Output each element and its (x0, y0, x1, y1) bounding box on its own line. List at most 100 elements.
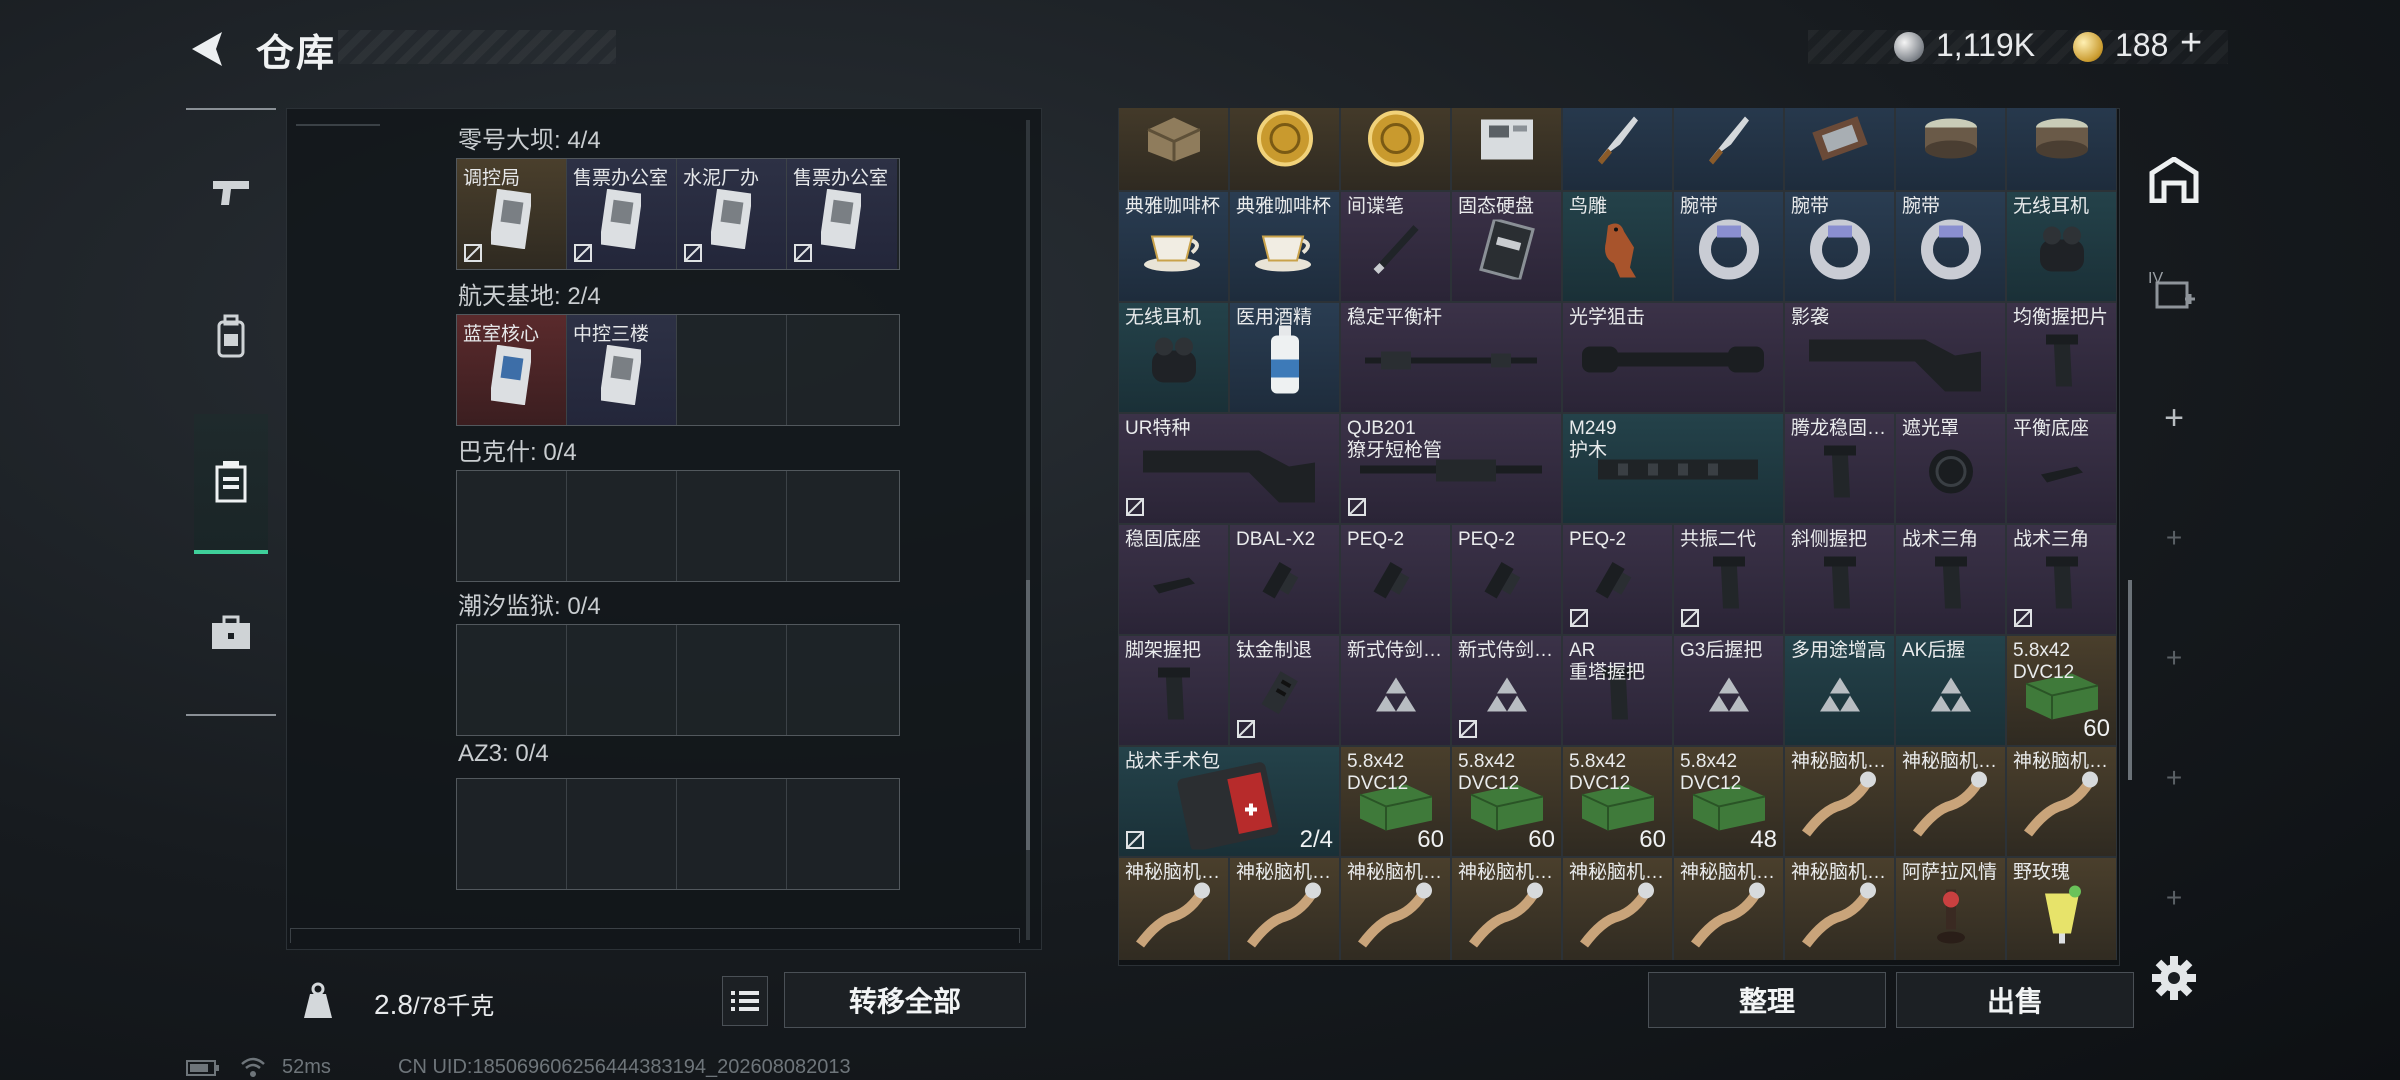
stash-item[interactable]: 神秘脑机… (1229, 857, 1340, 960)
container-slot[interactable]: 售票办公室 (567, 159, 677, 269)
add-currency-button[interactable]: + (2180, 22, 2202, 65)
stash-item[interactable]: 处理器 (1451, 108, 1562, 191)
stash-item[interactable]: 典雅咖啡杯 (1229, 191, 1340, 302)
container-slot[interactable]: 调控局 (457, 159, 567, 269)
stash-item[interactable]: 间谍笔 (1340, 191, 1451, 302)
stash-item[interactable]: 5.8x42 DVC12 60 (2006, 635, 2117, 746)
stash-item[interactable]: 神秘脑机… (1784, 857, 1895, 960)
container-slot-empty[interactable] (567, 625, 677, 735)
stash-item[interactable]: 无线耳机 (1118, 302, 1229, 413)
container-slot-empty[interactable] (457, 779, 567, 889)
container-slot-empty[interactable] (457, 625, 567, 735)
list-view-button[interactable] (722, 976, 768, 1026)
stash-grid[interactable]: 车用钢络…海盗金币海盗金币处理器海盗弯刀海盗弯刀稀珍装潢带植物样本植物样本典雅咖… (1118, 108, 2118, 960)
stash-item[interactable]: 新式侍剑… (1340, 635, 1451, 746)
container-slot-empty[interactable] (787, 315, 897, 425)
stash-item[interactable]: 平衡底座 (2006, 413, 2117, 524)
stash-item[interactable]: 腕带 (1784, 191, 1895, 302)
stash-item[interactable]: 神秘脑机… (1451, 857, 1562, 960)
stash-item[interactable]: 神秘脑机… (1562, 857, 1673, 960)
container-slot[interactable]: 售票办公室 (787, 159, 897, 269)
stash-item[interactable]: UR特种 (1118, 413, 1340, 524)
stash-item[interactable]: 神秘脑机… (1784, 746, 1895, 857)
stash-item[interactable]: 光学狙击 (1562, 302, 1784, 413)
stash-item[interactable]: 5.8x42 DVC12 60 (1451, 746, 1562, 857)
container-slot-empty[interactable] (787, 625, 897, 735)
container-slot[interactable]: 水泥厂办 (677, 159, 787, 269)
stash-item[interactable]: 固态硬盘 (1451, 191, 1562, 302)
add-stash-tab-button[interactable]: + (2142, 386, 2206, 450)
stash-scrollbar-thumb[interactable] (2128, 580, 2132, 780)
stash-item[interactable]: 均衡握把片 (2006, 302, 2117, 413)
stash-item[interactable]: 野玫瑰 (2006, 857, 2117, 960)
stash-item[interactable]: 神秘脑机… (1673, 857, 1784, 960)
locked-stash-tab[interactable]: + (2142, 746, 2206, 810)
stash-item[interactable]: 5.8x42 DVC12 60 (1562, 746, 1673, 857)
stash-item[interactable]: 稳定平衡杆 (1340, 302, 1562, 413)
stash-item[interactable]: G3后握把 (1673, 635, 1784, 746)
transfer-all-button[interactable]: 转移全部 (784, 972, 1026, 1028)
sort-button[interactable]: 整理 (1648, 972, 1886, 1028)
container-slot-empty[interactable] (787, 471, 897, 581)
stash-item[interactable]: 神秘脑机… (1340, 857, 1451, 960)
stash-item[interactable]: 新式侍剑… (1451, 635, 1562, 746)
stash-item[interactable]: QJB201 獠牙短枪管 (1340, 413, 1562, 524)
container-slot-empty[interactable] (677, 471, 787, 581)
settings-gear-icon[interactable] (2150, 954, 2198, 1002)
stash-item[interactable]: 稳固底座 (1118, 524, 1229, 635)
nav-briefcase[interactable] (196, 598, 266, 668)
stash-item[interactable]: 神秘脑机… (2006, 746, 2117, 857)
stash-item[interactable]: 植物样本 (1895, 108, 2006, 191)
container-slot-empty[interactable] (787, 779, 897, 889)
container-slot-empty[interactable] (457, 471, 567, 581)
stash-item[interactable]: 典雅咖啡杯 (1118, 191, 1229, 302)
stash-item[interactable]: 腕带 (1895, 191, 2006, 302)
stash-item[interactable]: 海盗弯刀 (1673, 108, 1784, 191)
stash-item[interactable]: 稀珍装潢带 (1784, 108, 1895, 191)
locked-stash-tab[interactable]: + (2142, 866, 2206, 930)
container-slot-empty[interactable] (567, 779, 677, 889)
stash-item[interactable]: 神秘脑机… (1895, 746, 2006, 857)
stash-item[interactable]: 腾龙稳固… (1784, 413, 1895, 524)
stash-item[interactable]: 共振二代 (1673, 524, 1784, 635)
stash-item[interactable]: 海盗金币 (1340, 108, 1451, 191)
stash-item[interactable]: AR 重塔握把 (1562, 635, 1673, 746)
stash-item[interactable]: 战术手术包 2/4 (1118, 746, 1340, 857)
stash-item[interactable]: 阿萨拉风情 (1895, 857, 2006, 960)
stash-item[interactable]: 战术三角 (1895, 524, 2006, 635)
stash-item[interactable]: M249 护木 (1562, 413, 1784, 524)
stash-item[interactable]: 医用酒精 (1229, 302, 1340, 413)
stash-item[interactable]: 无线耳机 (2006, 191, 2117, 302)
stash-item[interactable]: 5.8x42 DVC12 48 (1673, 746, 1784, 857)
nav-containers[interactable] (194, 414, 268, 554)
stash-item[interactable]: 多用途增高 (1784, 635, 1895, 746)
stash-item[interactable]: 脚架握把 (1118, 635, 1229, 746)
container-slot[interactable]: 中控三楼 (567, 315, 677, 425)
nav-weapons[interactable] (196, 156, 266, 226)
stash-item[interactable]: 5.8x42 DVC12 60 (1340, 746, 1451, 857)
stash-item[interactable]: 鸟雕 (1562, 191, 1673, 302)
stash-item[interactable]: AK后握 (1895, 635, 2006, 746)
container-slot[interactable]: 蓝室核心 (457, 315, 567, 425)
back-arrow-icon[interactable] (186, 28, 228, 70)
stash-item[interactable]: 钛金制退 (1229, 635, 1340, 746)
stash-item[interactable]: 影袭 (1784, 302, 2006, 413)
locked-stash-tab[interactable]: + (2142, 506, 2206, 570)
stash-item[interactable]: 车用钢络… (1118, 108, 1229, 191)
stash-tab-main[interactable] (2142, 148, 2206, 212)
stash-tab-medkit[interactable]: IV (2142, 262, 2206, 326)
stash-item[interactable]: 战术三角 (2006, 524, 2117, 635)
stash-item[interactable]: 海盗金币 (1229, 108, 1340, 191)
stash-item[interactable]: 斜侧握把 (1784, 524, 1895, 635)
stash-item[interactable]: PEQ-2 (1451, 524, 1562, 635)
container-slot-empty[interactable] (677, 779, 787, 889)
sell-button[interactable]: 出售 (1896, 972, 2134, 1028)
stash-item[interactable]: 遮光罩 (1895, 413, 2006, 524)
stash-item[interactable]: PEQ-2 (1340, 524, 1451, 635)
stash-item[interactable]: DBAL-X2 (1229, 524, 1340, 635)
nav-backpack[interactable] (196, 302, 266, 372)
stash-item[interactable]: 腕带 (1673, 191, 1784, 302)
stash-item[interactable]: PEQ-2 (1562, 524, 1673, 635)
stash-item[interactable]: 神秘脑机… (1118, 857, 1229, 960)
stash-item[interactable]: 海盗弯刀 (1562, 108, 1673, 191)
